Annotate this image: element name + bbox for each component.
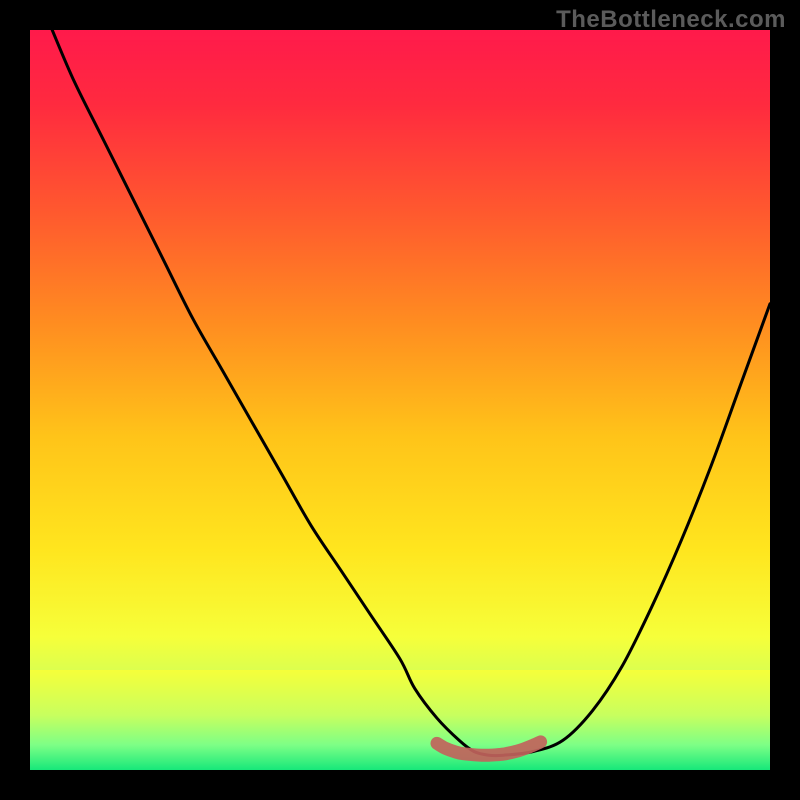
optimal-zone-marker <box>437 742 541 755</box>
bottleneck-curve <box>52 30 770 756</box>
plot-area <box>30 30 770 770</box>
curve-layer <box>30 30 770 770</box>
watermark-text: TheBottleneck.com <box>556 6 786 34</box>
chart-frame: TheBottleneck.com <box>0 0 800 800</box>
